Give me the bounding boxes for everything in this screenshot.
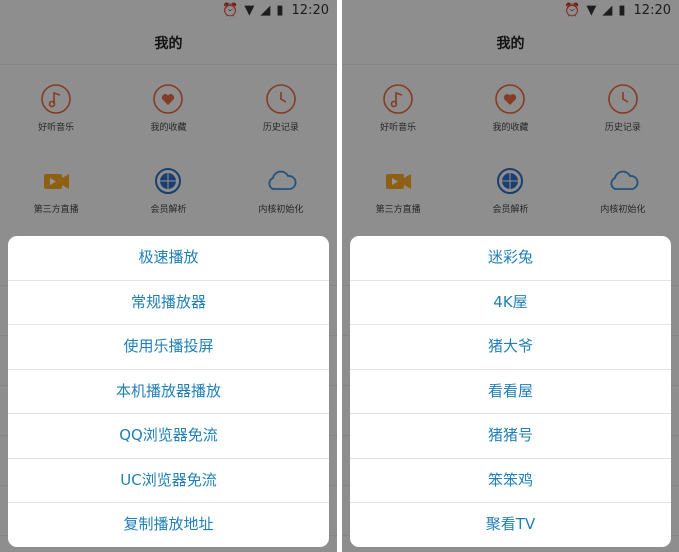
option-source-3[interactable]: 猪大爷 xyxy=(350,325,671,370)
option-source-1[interactable]: 迷彩兔 xyxy=(350,236,671,281)
option-lebo-cast[interactable]: 使用乐播投屏 xyxy=(8,325,329,370)
phone-screen-left: ⏰ ▼ ◢ ▮ 12:20 我的 好听音乐 我的收藏 历史记录 第三方直播 会员… xyxy=(0,0,337,552)
option-fast-play[interactable]: 极速播放 xyxy=(8,236,329,281)
option-native-player[interactable]: 本机播放器播放 xyxy=(8,370,329,414)
option-source-2[interactable]: 4K屋 xyxy=(350,281,671,325)
phone-screen-right: ⏰ ▼ ◢ ▮ 12:20 我的 好听音乐 我的收藏 历史记录 第三方直播 会员… xyxy=(342,0,679,552)
option-source-5[interactable]: 猪猪号 xyxy=(350,414,671,459)
wechat-icon xyxy=(577,522,597,537)
source-options-sheet: 迷彩兔 4K屋 猪大爷 看看屋 猪猪号 笨笨鸡 聚看TV xyxy=(350,236,671,547)
option-copy-url[interactable]: 复制播放地址 xyxy=(8,503,329,547)
option-uc-browser[interactable]: UC浏览器免流 xyxy=(8,459,329,503)
option-qq-browser[interactable]: QQ浏览器免流 xyxy=(8,414,329,459)
play-options-sheet: 极速播放 常规播放器 使用乐播投屏 本机播放器播放 QQ浏览器免流 UC浏览器免… xyxy=(8,236,329,547)
watermark: APP优选集 xyxy=(577,520,671,540)
option-source-6[interactable]: 笨笨鸡 xyxy=(350,459,671,503)
watermark-text: APP优选集 xyxy=(602,523,671,539)
option-regular-player[interactable]: 常规播放器 xyxy=(8,281,329,325)
option-source-4[interactable]: 看看屋 xyxy=(350,370,671,414)
